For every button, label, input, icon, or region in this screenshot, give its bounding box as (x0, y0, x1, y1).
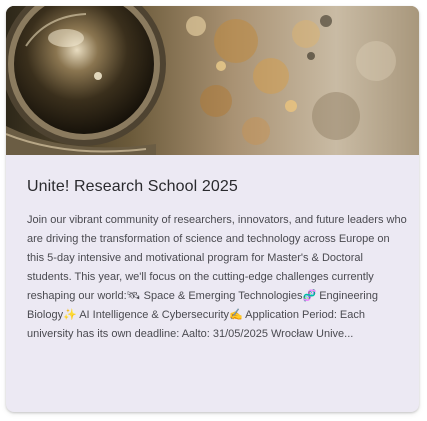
astronaut-helmet-photo-icon (6, 6, 419, 155)
card-title[interactable]: Unite! Research School 2025 (27, 178, 238, 196)
event-card[interactable]: Unite! Research School 2025 Join our vib… (6, 6, 419, 412)
card-description: Join our vibrant community of researcher… (27, 214, 407, 340)
card-hero-image[interactable] (6, 6, 419, 155)
